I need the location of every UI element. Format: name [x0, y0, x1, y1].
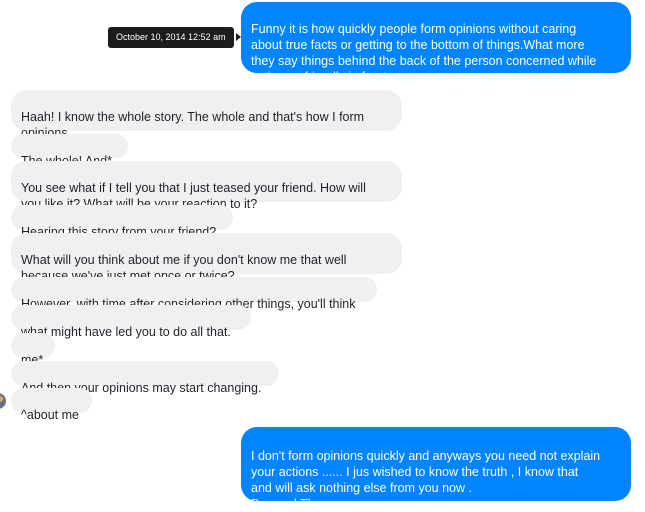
timestamp-tooltip: October 10, 2014 12:52 am: [108, 27, 234, 48]
timestamp-text: October 10, 2014 12:52 am: [116, 32, 226, 42]
sent-message-bubble[interactable]: Funny it is how quickly people form opin…: [241, 2, 631, 84]
sender-avatar[interactable]: [0, 393, 6, 409]
message-text: what might have led you to do all that.: [21, 325, 231, 339]
sent-message-bubble[interactable]: I don't form opinions quickly and anyway…: [241, 427, 631, 511]
received-message-bubble[interactable]: Haah! I know the whole story. The whole …: [11, 90, 402, 140]
received-message-bubble[interactable]: However, with time after considering oth…: [11, 277, 377, 311]
received-message-bubble[interactable]: ^about me: [11, 388, 92, 422]
message-text: I don't form opinions quickly and anyway…: [251, 449, 601, 511]
received-message-bubble[interactable]: You see what if I tell you that I just t…: [11, 161, 402, 211]
received-message-bubble[interactable]: what might have led you to do all that.: [11, 305, 251, 339]
message-text: ^about me: [21, 408, 79, 422]
received-message-bubble[interactable]: And then your opinions may start changin…: [11, 361, 279, 395]
message-text: Funny it is how quickly people form opin…: [251, 22, 597, 84]
received-message-bubble[interactable]: What will you think about me if you don'…: [11, 233, 402, 283]
received-message-bubble[interactable]: Hearing this story from your friend?: [11, 205, 233, 239]
received-message-bubble[interactable]: me*: [11, 333, 55, 367]
received-message-bubble[interactable]: The whole! And*: [11, 134, 128, 168]
